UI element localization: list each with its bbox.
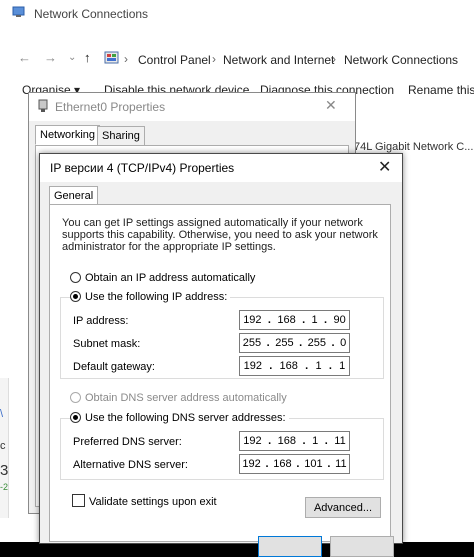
forward-arrow-icon[interactable]: → (44, 50, 57, 65)
description-text: You can get IP settings assigned automat… (62, 217, 378, 253)
alternative-dns-field[interactable]: 192. 168. 101. 11 (239, 454, 350, 474)
recent-chevron-icon[interactable]: ⌄ (68, 52, 76, 63)
fragment-mark: c (0, 440, 6, 452)
use-following-ip-radio[interactable]: Use the following IP address: (70, 290, 231, 304)
window-title: Network Connections (34, 7, 149, 21)
octet: 90 (333, 314, 346, 326)
octet: 1 (315, 360, 322, 372)
adapter-description[interactable]: 74L Gigabit Network C... (354, 141, 473, 153)
octet: 192 (242, 458, 261, 470)
ip-address-field[interactable]: 192. 168. 1. 90 (239, 310, 350, 330)
radio-icon[interactable] (70, 392, 81, 403)
octet: 11 (335, 458, 347, 470)
general-panel: You can get IP settings assigned automat… (49, 204, 391, 542)
octet: 255 (242, 337, 262, 349)
octet: 255 (275, 337, 294, 349)
back-arrow-icon[interactable]: ← (18, 50, 31, 65)
radio-label: Use the following IP address: (85, 291, 228, 303)
alternative-dns-label: Alternative DNS server: (73, 459, 188, 471)
radio-icon[interactable] (70, 412, 81, 423)
octet: 192 (243, 314, 262, 326)
ok-button[interactable] (258, 536, 322, 557)
octet: 168 (277, 314, 296, 326)
fragment-mark: -2 (0, 482, 9, 492)
use-following-dns-radio[interactable]: Use the following DNS server addresses: (70, 411, 289, 425)
dialog-title: IP версии 4 (TCP/IPv4) Properties (50, 161, 235, 175)
tab-general[interactable]: General (49, 186, 99, 206)
cancel-button[interactable] (330, 536, 394, 557)
breadcrumb-network-internet[interactable]: Network and Internet (223, 53, 334, 67)
up-arrow-icon[interactable]: ↑ (84, 50, 91, 65)
checkbox-icon[interactable] (72, 494, 85, 507)
default-gateway-field[interactable]: 192. 168. 1. 1 (239, 356, 350, 376)
radio-label: Use the following DNS server addresses: (85, 412, 286, 424)
octet: 1 (312, 435, 319, 447)
title-bar: Network Connections (0, 0, 474, 24)
octet: 101 (304, 458, 323, 470)
obtain-ip-auto-radio[interactable]: Obtain an IP address automatically (70, 271, 255, 285)
radio-label: Obtain DNS server address automatically (85, 392, 287, 404)
octet: 1 (311, 314, 318, 326)
title-bar: IP версии 4 (TCP/IPv4) Properties ✕ (40, 154, 402, 182)
breadcrumb-separator: › (124, 52, 128, 66)
window-title: Ethernet0 Properties (55, 100, 166, 114)
checkbox-label: Validate settings upon exit (89, 496, 217, 508)
preferred-dns-label: Preferred DNS server: (73, 436, 182, 448)
breadcrumb-separator: › (332, 52, 336, 66)
breadcrumb-separator: › (212, 52, 216, 66)
title-bar: Ethernet0 Properties ✕ (29, 93, 355, 121)
radio-label: Obtain an IP address automatically (85, 272, 256, 284)
ip-address-label: IP address: (73, 315, 129, 327)
network-adapter-icon (37, 99, 49, 116)
ipv4-properties-dialog: IP версии 4 (TCP/IPv4) Properties ✕ Gene… (39, 153, 403, 557)
octet: 168 (277, 435, 297, 447)
fragment-mark: 3 (0, 462, 9, 479)
octet: 11 (334, 435, 346, 447)
octet: 168 (279, 360, 298, 372)
preferred-dns-field[interactable]: 192. 168. 1. 11 (239, 431, 350, 451)
validate-checkbox[interactable]: Validate settings upon exit (72, 494, 217, 508)
radio-icon[interactable] (70, 291, 81, 302)
advanced-button[interactable]: Advanced... (305, 497, 381, 518)
close-icon[interactable]: ✕ (325, 97, 337, 114)
tab-sharing[interactable]: Sharing (97, 126, 145, 146)
network-folder-icon (12, 5, 26, 18)
rename-command[interactable]: Rename this (408, 83, 474, 97)
subnet-mask-field[interactable]: 255. 255. 255. 0 (239, 333, 350, 353)
octet: 255 (307, 337, 327, 349)
obtain-dns-auto-radio[interactable]: Obtain DNS server address automatically (70, 391, 287, 405)
breadcrumb-network-connections[interactable]: Network Connections (344, 53, 458, 67)
octet: 1 (339, 360, 346, 372)
subnet-mask-label: Subnet mask: (73, 338, 141, 350)
octet: 192 (243, 435, 262, 447)
tab-networking[interactable]: Networking (35, 125, 101, 145)
octet: 0 (340, 337, 347, 349)
breadcrumb-control-panel[interactable]: Control Panel (138, 53, 211, 67)
default-gateway-label: Default gateway: (73, 361, 155, 373)
control-panel-icon (104, 51, 120, 68)
octet: 168 (273, 458, 292, 470)
close-icon[interactable]: ✕ (378, 157, 391, 177)
address-bar: ← → ⌄ ↑ › Control Panel › Network and In… (0, 44, 474, 72)
fragment-mark: \ (0, 408, 4, 420)
octet: 192 (243, 360, 262, 372)
radio-icon[interactable] (70, 272, 81, 283)
